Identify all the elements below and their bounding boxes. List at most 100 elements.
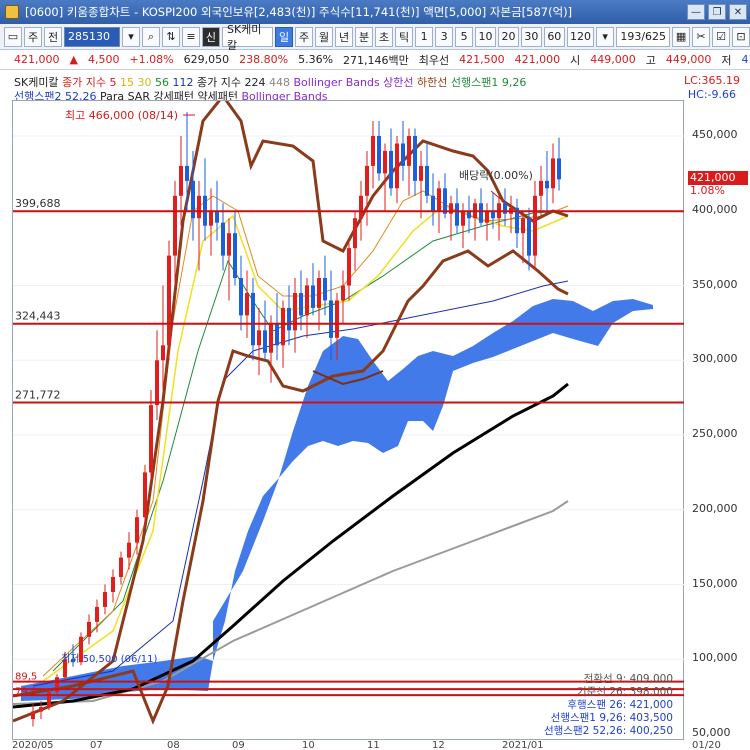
y-tick-label: 200,000: [692, 501, 738, 515]
date-axis: 2020/05 07 08 09 10 11 12 2021/01 01/20: [12, 740, 750, 750]
candle-body: [275, 322, 279, 346]
prev-button[interactable]: 전: [44, 26, 62, 47]
layout-icon[interactable]: ▦: [672, 26, 691, 47]
tab-year[interactable]: 년: [335, 26, 354, 47]
candle-body: [257, 330, 261, 346]
candle-body: [311, 285, 315, 308]
interval-60[interactable]: 60: [543, 26, 565, 47]
tab-second[interactable]: 초: [375, 26, 394, 47]
interval-10[interactable]: 10: [475, 26, 496, 47]
up-arrow-icon: ▲: [69, 53, 78, 66]
dividend-annotation: 배당락(0.00%): [459, 169, 533, 182]
candle-body: [557, 158, 561, 180]
priority-label: 최우선: [418, 53, 450, 67]
y-tick-label: 450,000: [692, 128, 738, 141]
stock-name: SK케미칼: [221, 23, 274, 52]
price-chart[interactable]: 399,688 324,443 271,772 89,5 79,9 최고 466,000 …: [12, 93, 685, 741]
price-change: 4,500: [87, 53, 120, 66]
candle-body: [239, 278, 243, 316]
interval-5[interactable]: 5: [455, 26, 474, 47]
high-annotation: 최고 466,000 (08/14): [65, 109, 178, 122]
close-button[interactable]: ✕: [729, 4, 747, 20]
high-label: 고: [645, 53, 656, 67]
interval-20[interactable]: 20: [498, 26, 519, 47]
x-tick-label: 08: [167, 740, 180, 750]
candle-body: [383, 150, 387, 174]
candle-body: [135, 517, 139, 543]
candle-body: [533, 195, 537, 256]
candle-body: [161, 345, 165, 361]
candle-body: [287, 307, 291, 331]
arrow-icon[interactable]: ⇅: [161, 26, 180, 47]
low-price: 413,500: [741, 53, 750, 66]
x-tick-label: 07: [90, 740, 103, 750]
interval-30[interactable]: 30: [520, 26, 542, 47]
data-count: 193/625: [616, 26, 671, 47]
dropdown-icon[interactable]: ▾: [121, 26, 140, 47]
x-tick-label: 10: [302, 740, 315, 750]
list-icon[interactable]: ≡: [181, 26, 200, 47]
lock-icon[interactable]: ⊡: [732, 26, 750, 47]
interval-3[interactable]: 3: [435, 26, 454, 47]
legend-bb-lower: 하한선: [417, 76, 448, 89]
candle-body: [263, 330, 267, 353]
candle-body: [103, 591, 107, 607]
trade-amount: 271,146백만: [343, 53, 409, 67]
tab-minute[interactable]: 분: [355, 26, 374, 47]
scissors-icon[interactable]: ✂: [692, 26, 711, 47]
new-badge: 신: [201, 26, 220, 47]
app-icon: [5, 5, 19, 19]
candle-body: [455, 203, 459, 226]
x-tick-label: 12: [432, 740, 445, 750]
candle-body: [389, 150, 393, 189]
minimize-button[interactable]: —: [687, 4, 705, 20]
candle-body: [317, 278, 321, 308]
y-tick-label: 100,000: [692, 651, 738, 665]
tab-day[interactable]: 일: [275, 26, 294, 47]
candle-body: [419, 165, 423, 181]
candle-body: [245, 292, 249, 316]
candle-body: [347, 248, 351, 286]
volume: 629,050: [183, 53, 230, 66]
search-icon[interactable]: ⌕: [141, 26, 160, 47]
x-tick-label: 09: [232, 740, 245, 750]
tab-month[interactable]: 월: [315, 26, 334, 47]
support-line-label: 324,443: [15, 310, 61, 323]
candle-body: [443, 188, 447, 214]
candle-body: [485, 210, 489, 223]
window-title: [0600] 키움종합차트 - KOSPI200 외국인보유[2,483(천)]…: [25, 5, 573, 19]
check-icon[interactable]: ☑: [712, 26, 731, 47]
tab-week[interactable]: 주: [295, 26, 314, 47]
chart-type-icon[interactable]: ▭: [4, 26, 22, 47]
stock-code-input[interactable]: 285130: [64, 26, 120, 47]
quote-bar: 421,000 ▲ 4,500 +1.08% 629,050 238.80% 5…: [0, 50, 750, 70]
tab-tick[interactable]: 틱: [395, 26, 414, 47]
candle-body: [233, 233, 237, 279]
candle-body: [39, 707, 43, 712]
candle-body: [197, 195, 201, 219]
turnover: 5.36%: [298, 53, 334, 66]
ask-price: 421,500: [459, 53, 505, 66]
interval-1[interactable]: 1: [415, 26, 434, 47]
candle-body: [87, 621, 91, 637]
chart-canvas[interactable]: 399,688 324,443 271,772 89,5 79,9 최고 466,000 …: [12, 93, 685, 741]
x-tick-label: 11: [367, 740, 380, 750]
y-tick-label: 400,000: [692, 202, 738, 216]
interval-120[interactable]: 120: [566, 26, 595, 47]
candle-body: [335, 300, 339, 338]
restore-button[interactable]: ❐: [708, 4, 726, 20]
candle-body: [425, 165, 429, 196]
x-tick-label: 2021/01: [502, 740, 544, 750]
price-change-pct: +1.08%: [129, 53, 174, 66]
candle-body: [269, 322, 273, 353]
current-price: 421,000: [14, 53, 60, 66]
settings-icon[interactable]: ▾: [596, 26, 615, 47]
low-label: 저: [721, 53, 732, 67]
ichimoku-value: 후행스팬 26: 421,000: [567, 699, 673, 711]
candle-body: [329, 300, 333, 338]
candle-body: [323, 278, 327, 301]
legend-ichimoku: 선행스팬1 9,26: [450, 76, 527, 89]
candle-body: [149, 405, 153, 473]
low-line-label-2: 79,9: [15, 687, 37, 698]
period-select[interactable]: 주: [24, 26, 42, 47]
